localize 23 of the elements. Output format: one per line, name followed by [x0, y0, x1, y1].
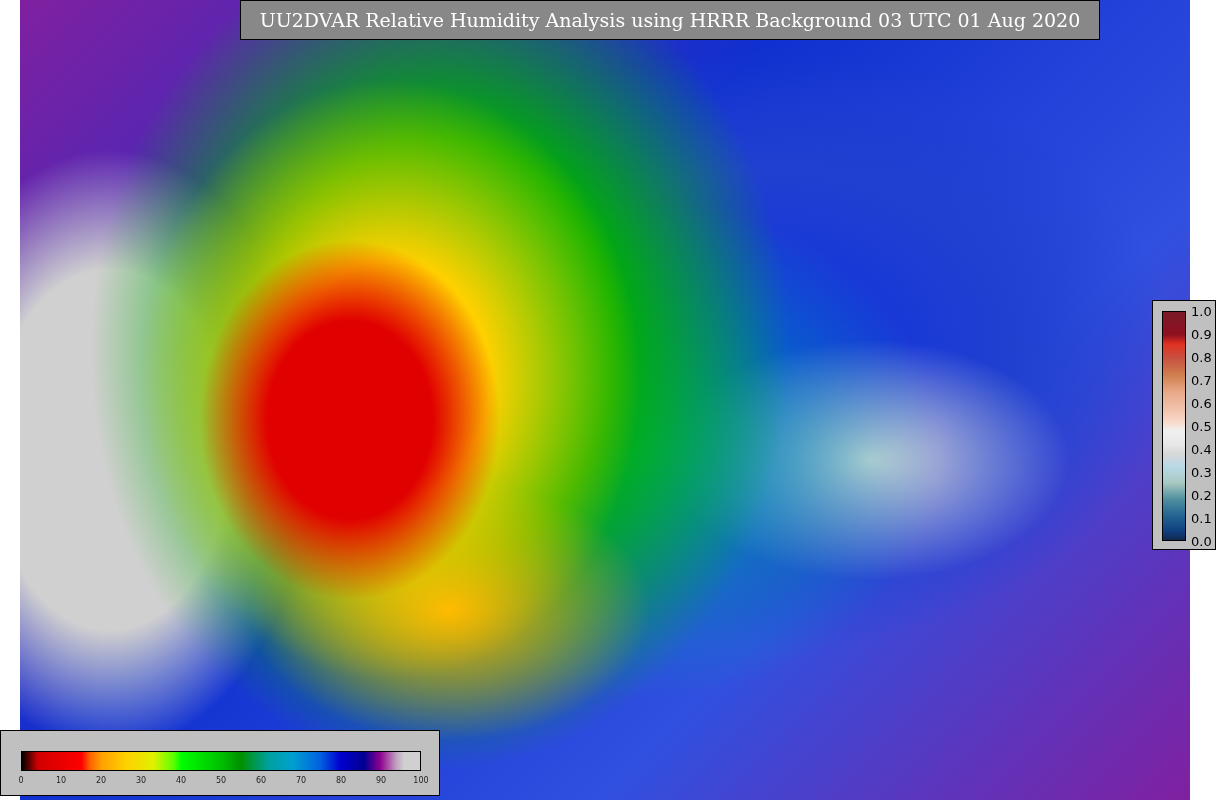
tick-label: 0.7 — [1191, 372, 1212, 388]
tick-label: 0.3 — [1191, 464, 1212, 480]
tick-label: 0.0 — [1191, 533, 1212, 549]
tick-label: 0 — [18, 776, 24, 785]
tick-label: 20 — [95, 776, 107, 785]
tick-label: 30 — [135, 776, 147, 785]
tick-label: 0.5 — [1191, 418, 1212, 434]
tick-label: 0.1 — [1191, 510, 1212, 526]
tick-label: 50 — [215, 776, 227, 785]
tick-label: 0.4 — [1191, 441, 1212, 457]
tick-label: 80 — [335, 776, 347, 785]
tick-label: 40 — [175, 776, 187, 785]
tick-label: 1.0 — [1191, 303, 1212, 319]
tick-label: 60 — [255, 776, 267, 785]
tick-label: 0.2 — [1191, 487, 1212, 503]
tick-label: 10 — [55, 776, 67, 785]
tick-label: 0.8 — [1191, 349, 1212, 365]
tick-label: 0.9 — [1191, 326, 1212, 342]
tick-label: 100 — [413, 776, 429, 785]
map-title: UU2DVAR Relative Humidity Analysis using HRRR Background 03 UTC 01 Aug 2020 — [240, 0, 1100, 40]
tick-label: 90 — [375, 776, 387, 785]
tick-label: 70 — [295, 776, 307, 785]
tick-label: 0.6 — [1191, 395, 1212, 411]
